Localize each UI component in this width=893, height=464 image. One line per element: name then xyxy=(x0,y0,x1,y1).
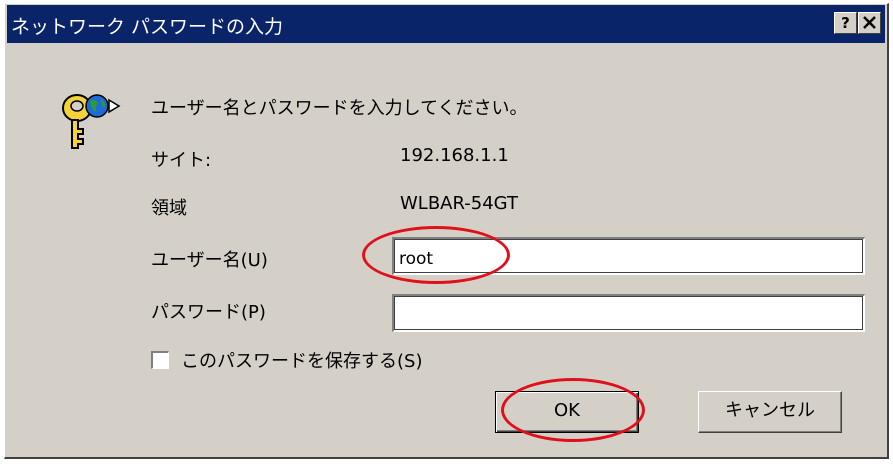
password-dialog: ネットワーク パスワードの入力 ? ユーザー名とパスワードを入力してください。 … xyxy=(4,3,889,459)
username-input[interactable] xyxy=(392,237,865,275)
help-button[interactable]: ? xyxy=(834,12,857,34)
save-password-checkbox[interactable] xyxy=(151,351,169,369)
title-bar[interactable]: ネットワーク パスワードの入力 ? xyxy=(7,5,885,43)
site-label: サイト: xyxy=(151,150,212,171)
password-label: パスワード(P) xyxy=(151,302,266,323)
window-title: ネットワーク パスワードの入力 xyxy=(11,16,284,38)
close-button[interactable] xyxy=(858,12,881,34)
instruction-text: ユーザー名とパスワードを入力してください。 xyxy=(151,98,528,119)
ok-button[interactable]: OK xyxy=(495,391,639,433)
realm-value: WLBAR-54GT xyxy=(400,193,518,214)
save-password-label[interactable]: このパスワードを保存する(S) xyxy=(181,347,422,373)
cancel-button[interactable]: キャンセル xyxy=(698,391,842,433)
username-label: ユーザー名(U) xyxy=(151,250,268,271)
password-input[interactable] xyxy=(392,294,865,332)
key-globe-icon xyxy=(62,94,121,149)
site-value: 192.168.1.1 xyxy=(400,145,509,166)
realm-label: 領域 xyxy=(151,198,187,219)
close-icon xyxy=(863,16,876,29)
